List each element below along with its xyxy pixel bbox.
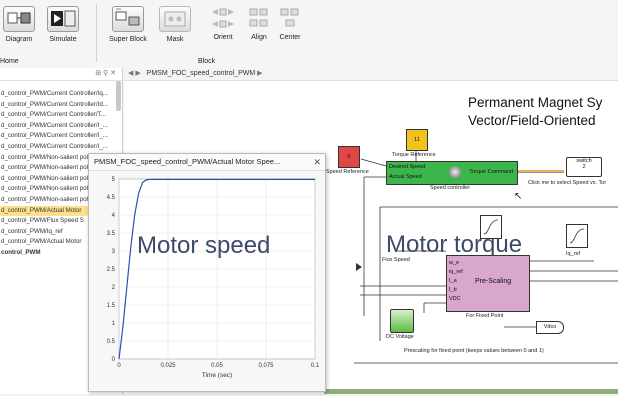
plot-window-titlebar: PMSM_FOC_speed_control_PWM/Actual Motor …	[89, 154, 325, 171]
scope-plot-window[interactable]: PMSM_FOC_speed_control_PWM/Actual Motor …	[88, 153, 326, 392]
speed-controller-label: Speed controller	[430, 185, 471, 191]
iq-ref-scope-block[interactable]	[566, 224, 588, 248]
orient-button[interactable]: Orient	[204, 6, 242, 41]
pre-scaling-block[interactable]: w_e iq_ref I_a I_b VDC Pre-Scaling	[446, 255, 530, 312]
center-label: Center	[279, 34, 301, 41]
diagram-button[interactable]: Diagram	[2, 6, 36, 43]
speed-reference-block[interactable]: 6	[338, 146, 360, 168]
orient-label: Orient	[213, 34, 233, 41]
x-tick-label: 0.025	[160, 363, 176, 369]
breadcrumb-model[interactable]: PMSM_FOC_speed_control_PWM	[147, 70, 256, 77]
orient-icon	[208, 6, 238, 30]
y-tick-label: 0.5	[107, 339, 116, 345]
x-tick-label: 0.075	[258, 363, 274, 369]
breadcrumb: ◀ ▶ PMSM_FOC_speed_control_PWM ▶	[124, 68, 618, 81]
browser-item[interactable]: d_control_PWM/Current Controller/I_...	[0, 131, 122, 142]
y-tick-label: 1	[112, 321, 116, 327]
mask-label: Mask	[166, 36, 184, 43]
close-icon[interactable]: ✕	[313, 154, 321, 170]
mask-icon	[159, 6, 191, 32]
pre-scaling-port: w_e	[449, 260, 460, 266]
pre-scaling-port: I_b	[449, 287, 457, 293]
speed-reference-label: Speed Reference	[326, 169, 369, 175]
browser-item[interactable]: d_control_PWM/Current Controller/T...	[0, 110, 122, 121]
super-block-icon	[112, 6, 144, 32]
browser-item[interactable]: d_control_PWM/Current Controller/Iq...	[0, 89, 122, 100]
mouse-cursor-icon: ↖	[514, 191, 523, 202]
fixed-point-label: For Fixed Point	[466, 313, 504, 319]
x-tick-label: 0.05	[211, 363, 223, 369]
y-tick-label: 0	[112, 357, 116, 363]
simulate-button[interactable]: Simulate	[44, 6, 82, 43]
pre-scaling-ports: w_e iq_ref I_a I_b VDC	[449, 260, 463, 305]
plot-window-title: PMSM_FOC_speed_control_PWM/Actual Motor …	[94, 157, 281, 166]
speed-controller-block[interactable]: Desired Speed Actual Speed Torque Comman…	[386, 161, 518, 185]
desired-speed-port: Desired Speed	[389, 164, 426, 170]
torque-reference-block[interactable]: 11	[406, 129, 428, 151]
x-tick-label: 0	[117, 363, 121, 369]
browser-item[interactable]: d_control_PWM/Current Controller/I_...	[0, 121, 122, 132]
y-tick-label: 2	[112, 285, 116, 291]
x-axis-label: Time (sec)	[202, 372, 232, 379]
pre-scaling-port: iq_ref	[449, 269, 463, 275]
torque-reference-label: Torque Reference	[392, 152, 436, 158]
y-tick-label: 5	[112, 177, 116, 183]
actual-speed-port: Actual Speed	[389, 174, 422, 180]
pre-scaling-port: I_a	[449, 278, 457, 284]
nav-arrows-icon[interactable]: ◀ ▶	[128, 70, 141, 77]
center-icon	[278, 6, 302, 30]
y-tick-label: 4	[112, 213, 116, 219]
switch-hint[interactable]: Click me to select Speed vs. Tor	[528, 180, 606, 186]
vdco-output-block[interactable]: Vdco	[536, 321, 564, 334]
speed-chart: 0 0.025 0.05 0.075 0.1 0 0.5 1 1.5 2 2.5 3 3.5 4 4.5 5 T…	[107, 177, 320, 379]
iq-ref-label: Iq_ref	[566, 251, 581, 257]
home-group-label: Home	[0, 58, 19, 65]
dc-voltage-label: DC Voltage	[386, 334, 414, 340]
prescale-note: Prescaling for fixed point (keeps values…	[404, 348, 544, 354]
switch-value: 2	[582, 164, 586, 170]
y-tick-label: 3	[112, 249, 116, 255]
mask-button[interactable]: Mask	[158, 6, 192, 43]
torque-command-port: Torque Command	[469, 169, 513, 175]
pre-scaling-port: VDC	[449, 296, 461, 302]
breadcrumb-chevron-icon[interactable]: ▶	[257, 70, 262, 77]
x-tick-label: 0.1	[311, 363, 320, 369]
pre-scaling-title: Pre-Scaling	[475, 278, 512, 285]
panel-menu-icon[interactable]: ⊞ ⚲ ✕	[95, 70, 116, 77]
block-group-label: Block	[198, 58, 216, 65]
ribbon-toolbar: Diagram Simulate Home Super Block Mask O…	[0, 0, 618, 69]
y-tick-label: 1.5	[107, 303, 116, 309]
play-icon	[47, 6, 79, 32]
dc-voltage-block[interactable]	[390, 309, 414, 333]
super-block-label: Super Block	[109, 36, 147, 43]
bottom-block-strip	[324, 389, 618, 394]
browser-item[interactable]: d_control_PWM/Current Controller/Id...	[0, 100, 122, 111]
diagram-label: Diagram	[5, 36, 33, 43]
align-label: Align	[251, 34, 267, 41]
align-icon	[247, 6, 271, 30]
simulate-label: Simulate	[49, 36, 77, 43]
align-button[interactable]: Align	[246, 6, 272, 41]
center-button[interactable]: Center	[276, 6, 304, 41]
gauge-icon	[449, 166, 461, 178]
super-block-button[interactable]: Super Block	[108, 6, 148, 43]
panel-header: ⊞ ⚲ ✕	[0, 68, 122, 81]
y-tick-label: 3.5	[107, 231, 116, 237]
switch-block[interactable]: switch 2	[566, 157, 602, 177]
y-tick-label: 2.5	[107, 267, 116, 273]
diagram-icon	[3, 6, 35, 32]
y-tick-label: 4.5	[107, 195, 116, 201]
ribbon-divider	[96, 4, 97, 62]
motor-speed-overlay: Motor speed	[137, 232, 271, 259]
browser-scrollbar[interactable]	[116, 81, 121, 111]
browser-item[interactable]: d_control_PWM/Current Controller/I_...	[0, 142, 122, 153]
